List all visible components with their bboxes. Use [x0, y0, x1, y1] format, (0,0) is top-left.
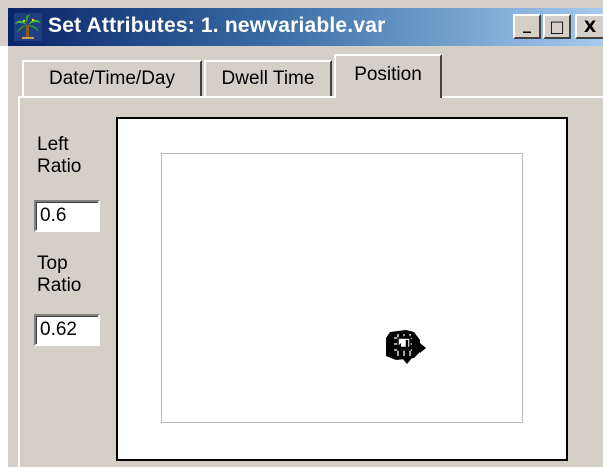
title-bar[interactable]: Set Attributes: 1. newvariable.var _ □ X [8, 8, 603, 46]
tab-date-time-day[interactable]: Date/Time/Day [22, 60, 202, 96]
window-edge [0, 46, 8, 467]
close-button[interactable]: X [575, 14, 603, 39]
move-cursor-icon[interactable] [384, 326, 430, 366]
left-ratio-label-line1: Left [37, 134, 69, 155]
tab-label: Position [354, 64, 422, 85]
left-ratio-field[interactable]: 0.6 [34, 200, 100, 232]
left-ratio-label-line2: Ratio [37, 156, 82, 177]
tab-label: Dwell Time [221, 68, 315, 89]
top-ratio-label-line1: Top [37, 253, 68, 274]
tab-label: Date/Time/Day [49, 68, 175, 89]
tab-position[interactable]: Position [334, 54, 442, 98]
set-attributes-dialog: Set Attributes: 1. newvariable.var _ □ X… [0, 0, 603, 467]
minimize-button[interactable]: _ [513, 14, 541, 39]
top-ratio-field[interactable]: 0.62 [34, 314, 100, 346]
top-ratio-label: Top Ratio [37, 253, 81, 297]
position-preview-area[interactable] [161, 153, 523, 423]
minimize-icon: _ [523, 14, 531, 33]
maximize-button[interactable]: □ [543, 14, 571, 39]
window-title: Set Attributes: 1. newvariable.var [48, 14, 386, 37]
top-ratio-label-line2: Ratio [37, 275, 82, 296]
left-ratio-label: Left Ratio [37, 134, 81, 178]
close-icon: X [583, 17, 597, 36]
palm-tree-icon [14, 13, 42, 41]
maximize-icon: □ [549, 17, 565, 36]
tab-dwell-time[interactable]: Dwell Time [204, 60, 332, 96]
